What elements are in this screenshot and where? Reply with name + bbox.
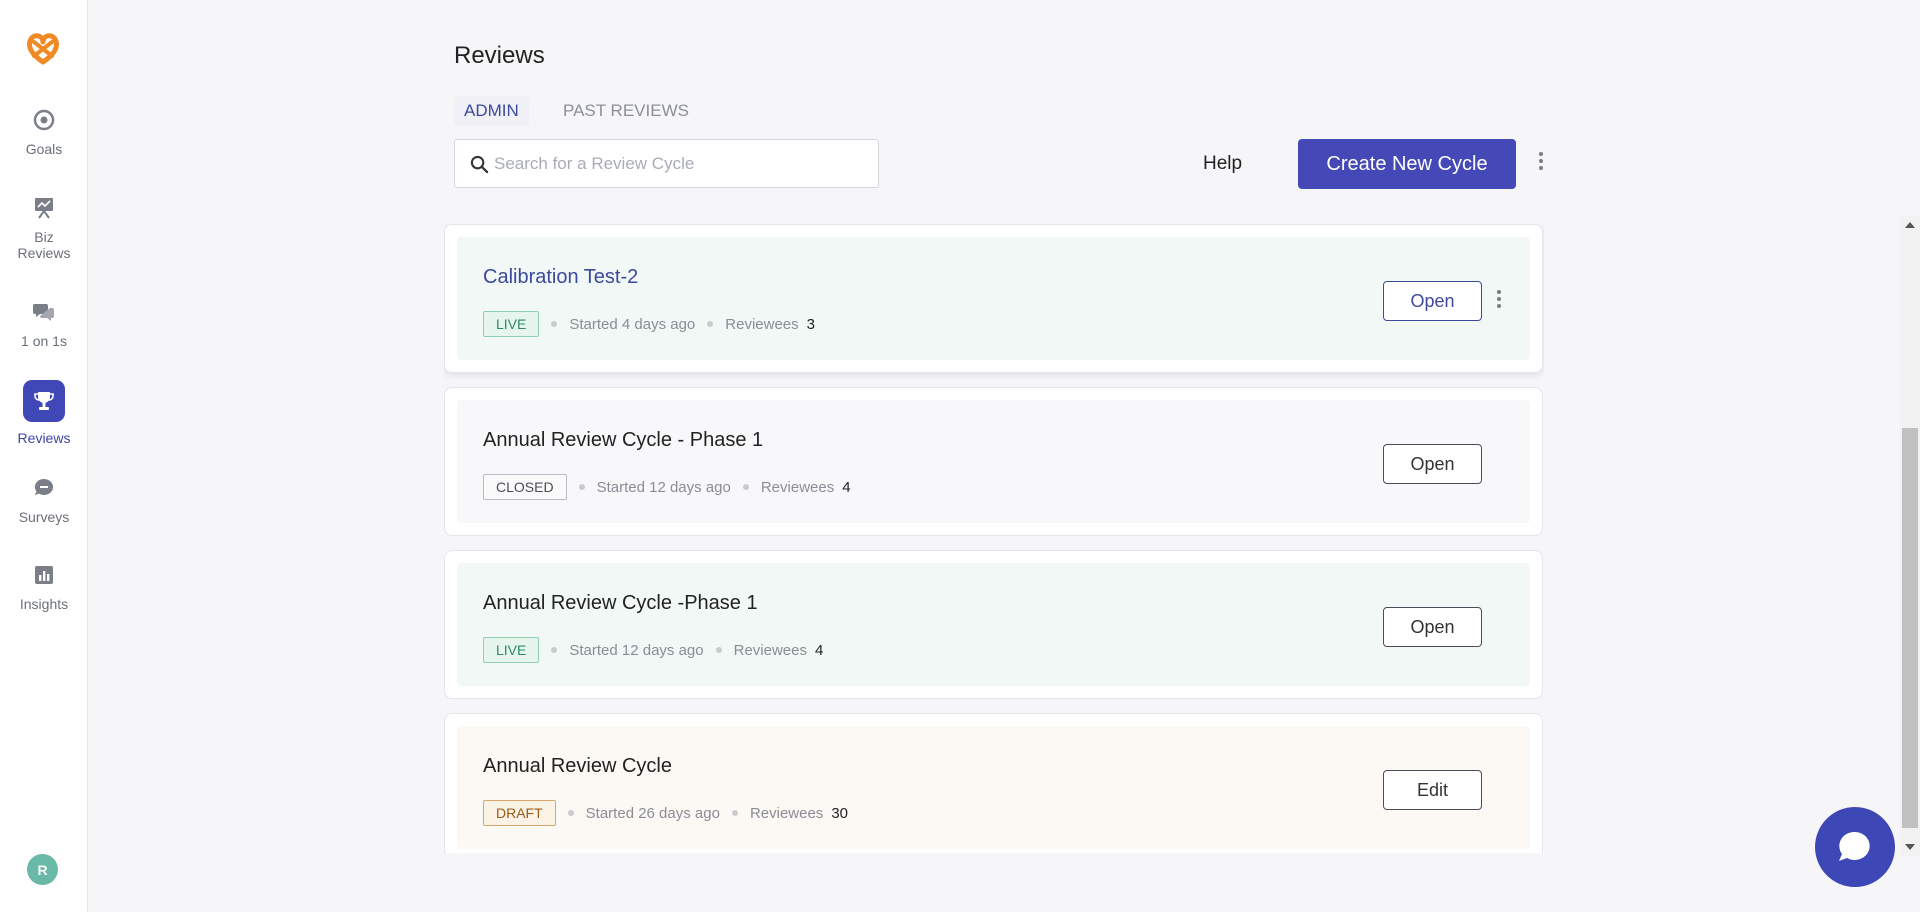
sidebar-item-label: Reviews: [17, 430, 71, 446]
sidebar-item-label: Surveys: [18, 509, 70, 525]
separator-dot: [742, 484, 749, 490]
started-text: Started 12 days ago: [596, 478, 731, 496]
sidebar-item-1on1s[interactable]: 1 on 1s: [0, 300, 88, 349]
search-box: [454, 139, 879, 188]
create-new-cycle-button[interactable]: Create New Cycle: [1298, 139, 1516, 189]
reviews-active-tile: [23, 380, 65, 422]
status-badge: DRAFT: [483, 800, 556, 826]
review-cycle-list: Calibration Test-2 LIVE Started 4 days a…: [444, 224, 1544, 853]
cycle-card-body: Annual Review Cycle - Phase 1 CLOSED Sta…: [457, 400, 1530, 523]
chat-bubbles-icon: [33, 304, 54, 321]
avatar[interactable]: R: [27, 854, 58, 885]
cycle-meta: CLOSED Started 12 days ago Reviewees 4: [483, 474, 851, 500]
edit-button[interactable]: Edit: [1383, 770, 1482, 810]
cycle-title[interactable]: Calibration Test-2: [483, 266, 638, 289]
scroll-up-icon[interactable]: [1905, 222, 1915, 228]
chat-launcher-button[interactable]: [1815, 807, 1895, 887]
started-text: Started 12 days ago: [569, 641, 704, 659]
cycle-card-body: Calibration Test-2 LIVE Started 4 days a…: [457, 237, 1530, 360]
cycle-title[interactable]: Annual Review Cycle - Phase 1: [483, 429, 763, 452]
page-title: Reviews: [454, 42, 545, 69]
sidebar-item-biz-reviews[interactable]: Biz Reviews: [0, 196, 88, 261]
cycle-title[interactable]: Annual Review Cycle: [483, 755, 672, 778]
reviewees-count: 4: [815, 641, 824, 659]
open-button[interactable]: Open: [1383, 444, 1482, 484]
cycle-card: Annual Review Cycle -Phase 1 LIVE Starte…: [444, 550, 1543, 699]
reviewees-count: 30: [831, 804, 848, 822]
scrollbar-thumb[interactable]: [1902, 428, 1918, 828]
status-badge: LIVE: [483, 311, 540, 337]
cycle-more-icon[interactable]: [1494, 288, 1504, 312]
sidebar-item-reviews[interactable]: Reviews: [0, 380, 88, 446]
survey-bubble-icon: [34, 478, 54, 496]
sidebar-item-label: Insights: [19, 596, 69, 612]
tab-past-reviews[interactable]: PAST REVIEWS: [553, 96, 699, 126]
sidebar-item-surveys[interactable]: Surveys: [0, 476, 88, 525]
open-button[interactable]: Open: [1383, 281, 1482, 321]
search-input[interactable]: [494, 140, 874, 187]
started-text: Started 26 days ago: [585, 804, 720, 822]
sidebar: Goals Biz Reviews 1 on 1s Reviews Survey…: [0, 0, 88, 912]
cycle-card-body: Annual Review Cycle -Phase 1 LIVE Starte…: [457, 563, 1530, 686]
separator-dot: [578, 484, 585, 490]
pretzel-logo[interactable]: [23, 32, 63, 66]
sidebar-item-goals[interactable]: Goals: [0, 108, 88, 157]
open-button[interactable]: Open: [1383, 607, 1482, 647]
cycle-card-body: Annual Review Cycle DRAFT Started 26 day…: [457, 726, 1530, 849]
scrollbar[interactable]: [1900, 216, 1920, 856]
scroll-down-icon[interactable]: [1905, 844, 1915, 850]
cycle-title[interactable]: Annual Review Cycle -Phase 1: [483, 592, 758, 615]
cycle-card: Annual Review Cycle - Phase 1 CLOSED Sta…: [444, 387, 1543, 536]
search-icon: [470, 155, 489, 174]
cycle-meta: LIVE Started 4 days ago Reviewees 3: [483, 311, 815, 337]
separator-dot: [567, 810, 574, 816]
help-link[interactable]: Help: [1203, 153, 1242, 175]
presentation-icon: [35, 198, 53, 219]
chat-bubble-icon: [1839, 831, 1870, 861]
reviewees-label: Reviewees: [760, 478, 835, 496]
cycle-meta: LIVE Started 12 days ago Reviewees 4: [483, 637, 823, 663]
cycle-card: Annual Review Cycle DRAFT Started 26 day…: [444, 713, 1543, 853]
tab-admin[interactable]: ADMIN: [454, 96, 529, 126]
status-badge: LIVE: [483, 637, 540, 663]
separator-dot: [731, 810, 738, 816]
reviewees-label: Reviewees: [733, 641, 807, 659]
reviewees-label: Reviewees: [749, 804, 824, 822]
reviewees-count: 4: [842, 478, 851, 496]
reviewees-count: 3: [806, 315, 815, 333]
bar-chart-icon: [35, 566, 53, 584]
sidebar-item-insights[interactable]: Insights: [0, 563, 88, 612]
separator-dot: [551, 321, 558, 327]
reviewees-label: Reviewees: [725, 315, 799, 333]
sidebar-item-label: 1 on 1s: [21, 333, 67, 349]
separator-dot: [551, 647, 558, 653]
target-icon: [33, 109, 55, 131]
started-text: Started 4 days ago: [569, 315, 696, 333]
sidebar-item-label: Biz Reviews: [17, 229, 71, 261]
status-badge: CLOSED: [483, 474, 567, 500]
trophy-icon: [34, 392, 54, 410]
cycle-card: Calibration Test-2 LIVE Started 4 days a…: [444, 224, 1543, 373]
more-options-icon[interactable]: [1536, 150, 1546, 174]
separator-dot: [707, 321, 714, 327]
cycle-meta: DRAFT Started 26 days ago Reviewees 30: [483, 800, 848, 826]
sidebar-item-label: Goals: [25, 141, 63, 157]
separator-dot: [715, 647, 722, 653]
